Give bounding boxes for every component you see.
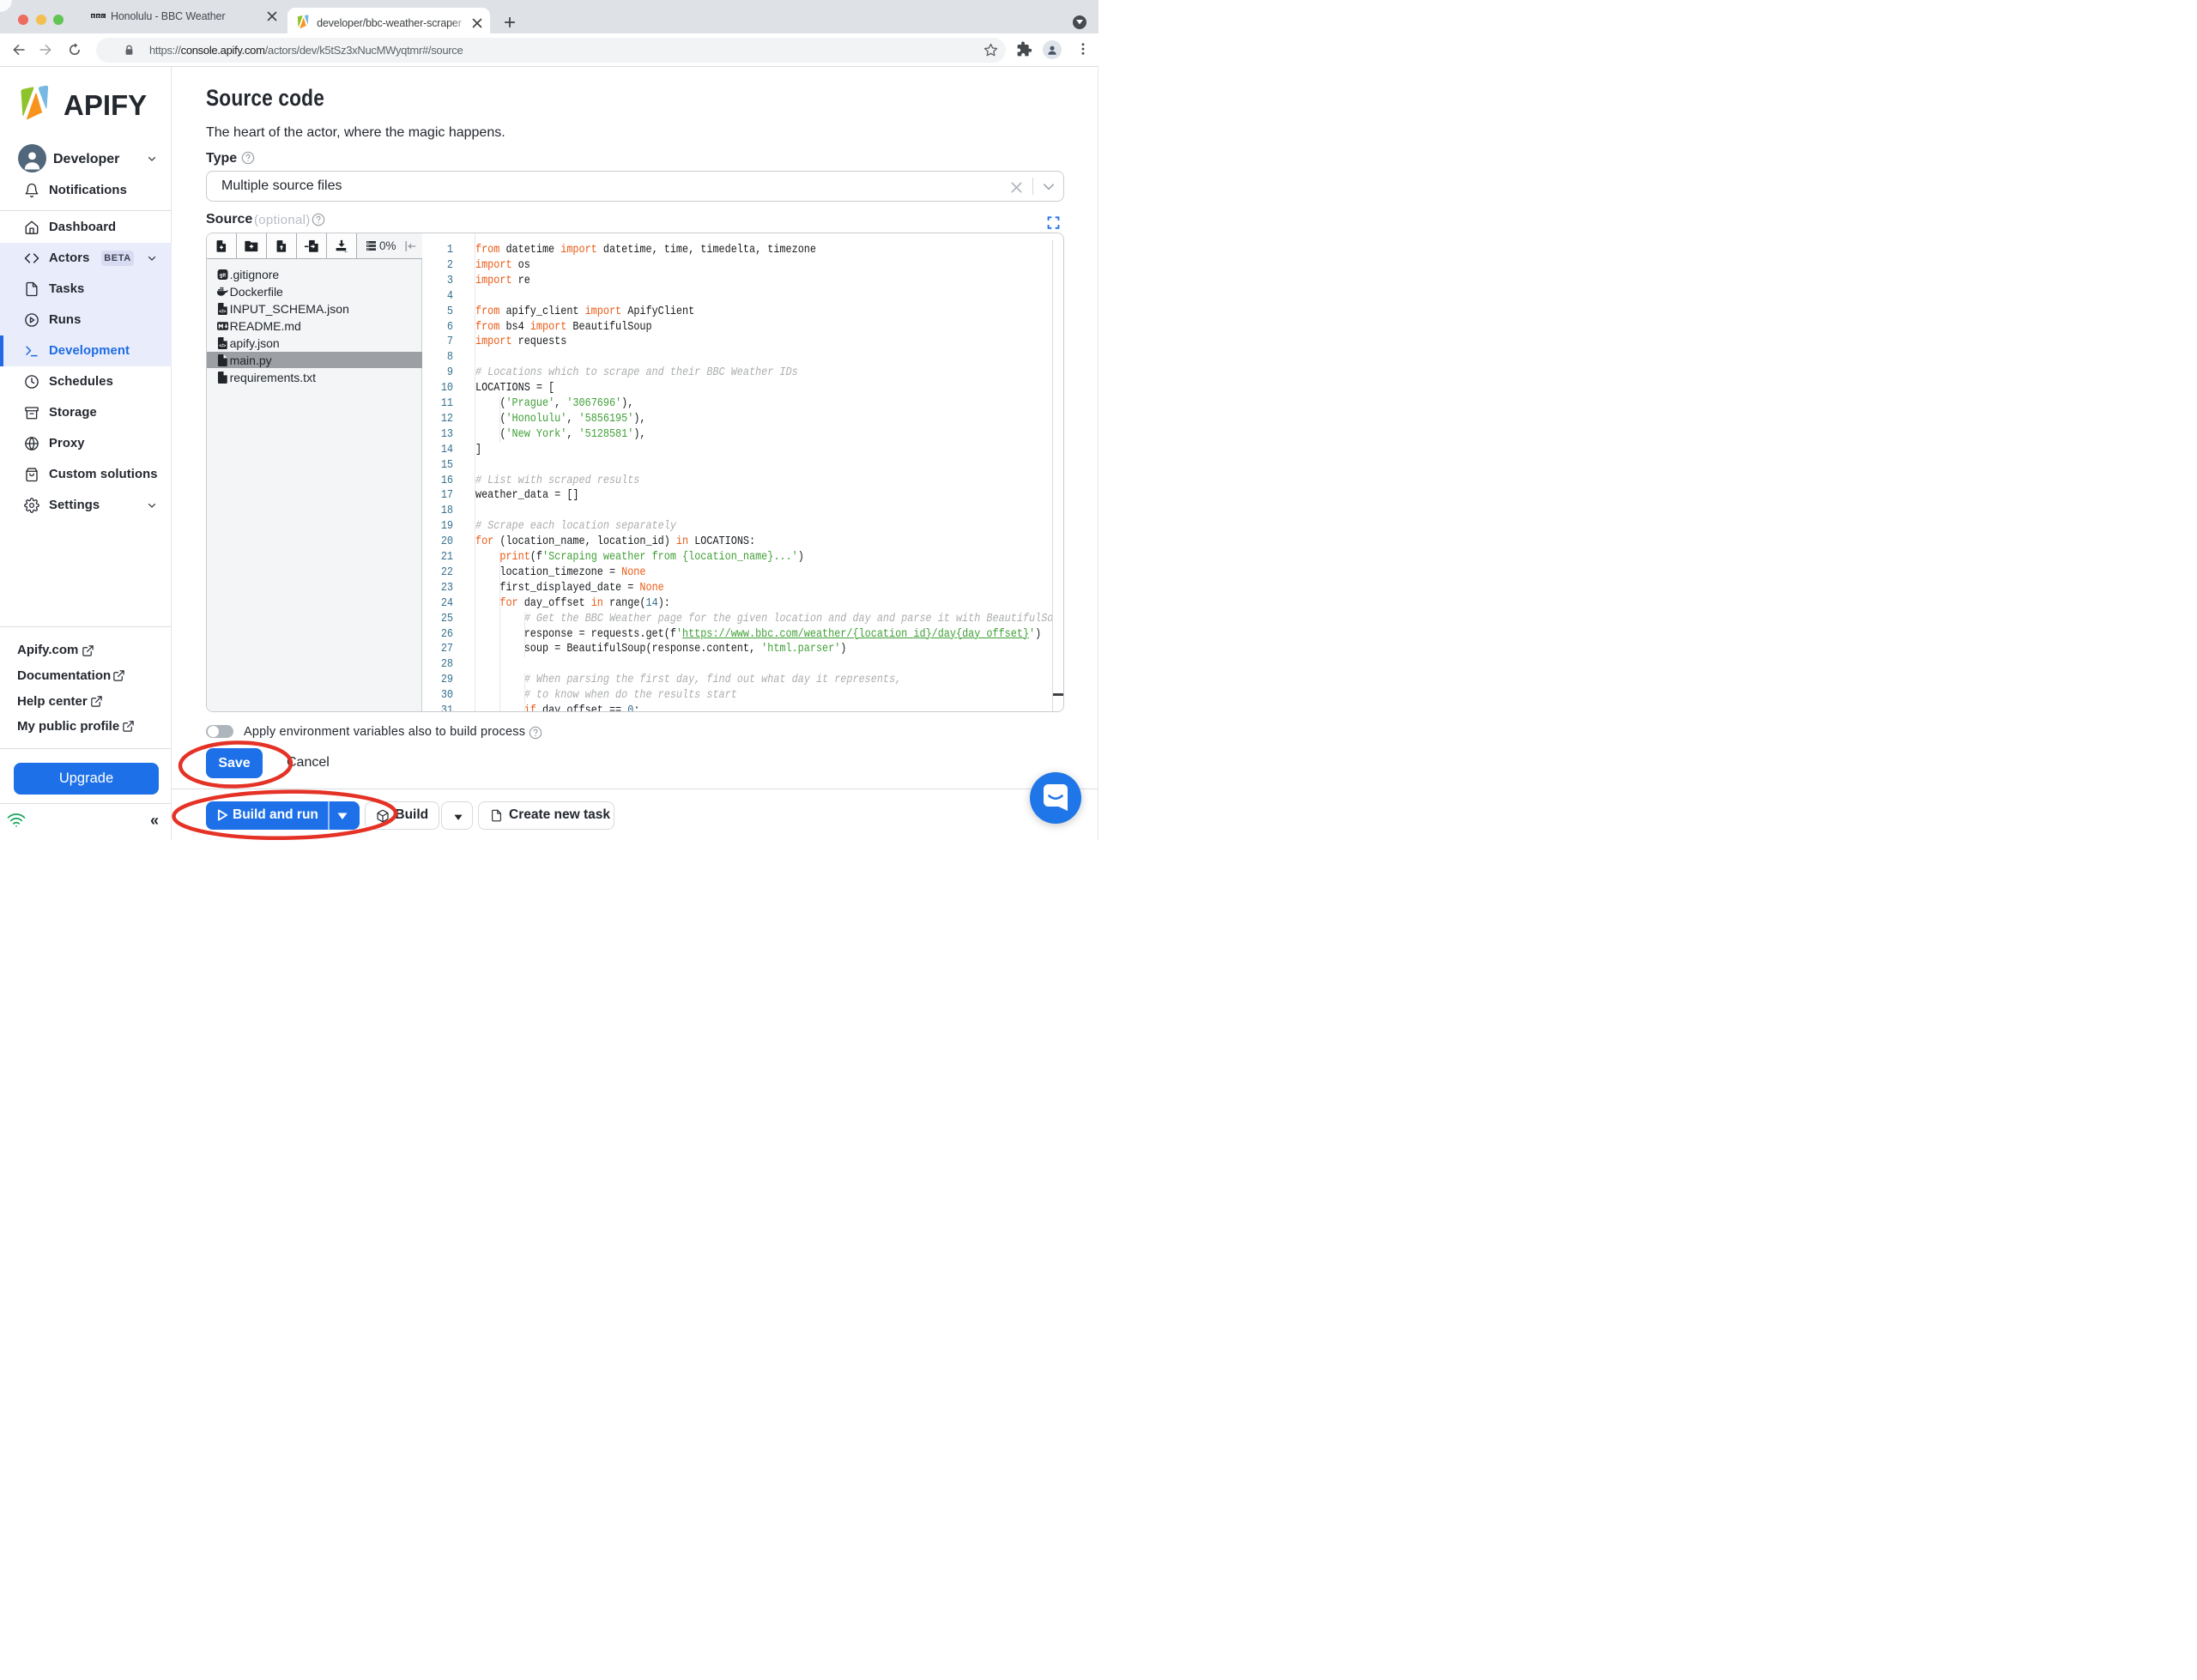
svg-text:</>: </> — [219, 309, 226, 314]
svg-text:</>: </> — [219, 343, 226, 348]
svg-text:git: git — [219, 273, 225, 278]
